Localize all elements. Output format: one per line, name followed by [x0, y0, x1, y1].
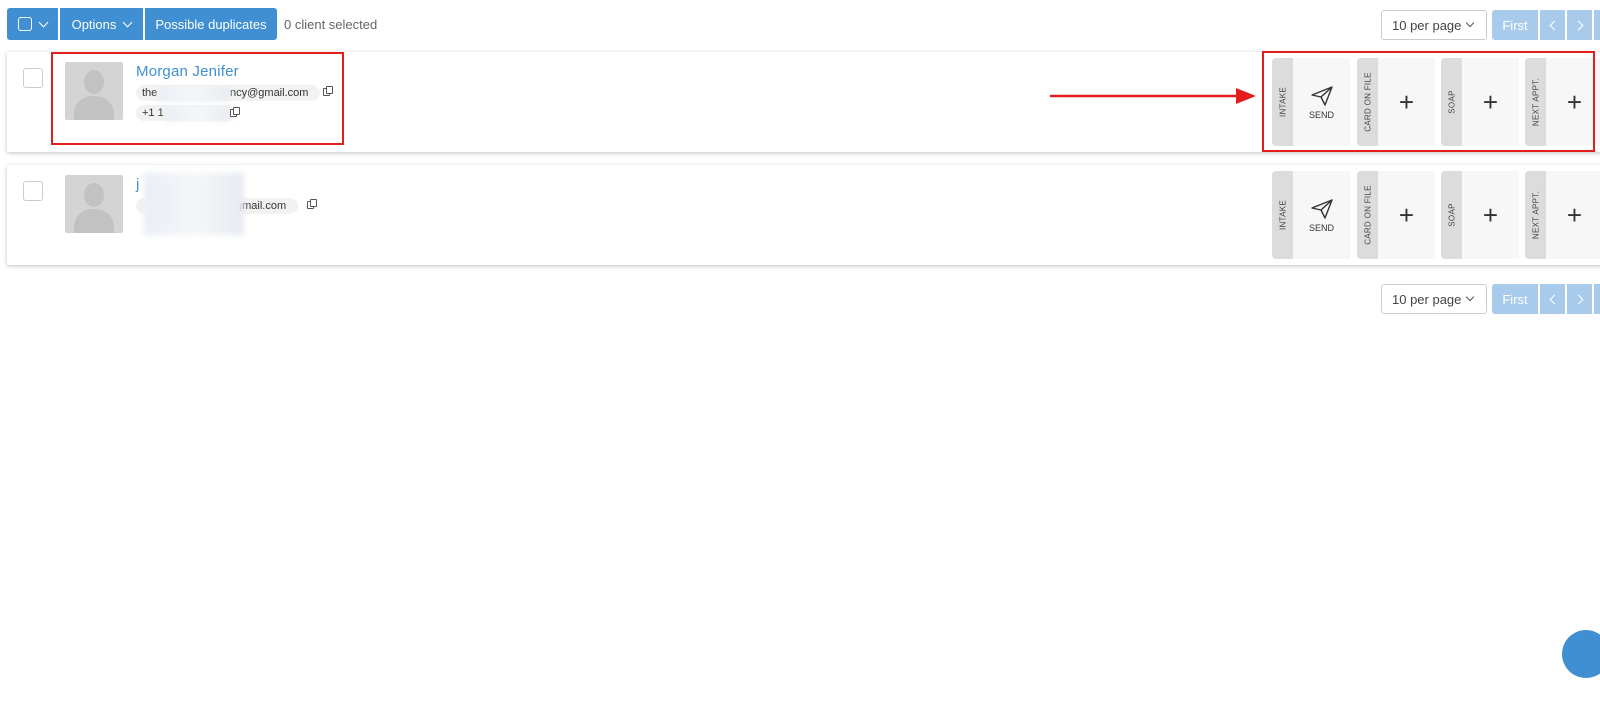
- annotation-arrow: [1050, 88, 1256, 104]
- next-page-button[interactable]: [1567, 284, 1592, 314]
- annotation-box-actions: [1262, 51, 1595, 152]
- chevron-down-icon: [122, 17, 133, 27]
- select-all-dropdown[interactable]: [7, 8, 58, 40]
- help-chat-button[interactable]: [1562, 630, 1600, 678]
- plus-icon: +: [1566, 200, 1583, 230]
- copy-icon[interactable]: [307, 199, 318, 210]
- next-appt-group: NEXT APPT. +: [1525, 171, 1600, 259]
- first-page-label: First: [1502, 291, 1528, 307]
- chevron-left-icon: [1549, 20, 1559, 30]
- first-page-label: First: [1502, 17, 1528, 33]
- card-on-file-tag: CARD ON FILE: [1357, 171, 1378, 259]
- chevron-left-icon: [1549, 294, 1559, 304]
- intake-tag: INTAKE: [1272, 171, 1293, 259]
- selected-count: 0 client selected: [284, 17, 378, 32]
- annotation-box-client: [51, 52, 344, 145]
- add-next-appt-button[interactable]: +: [1546, 171, 1600, 259]
- options-button[interactable]: Options: [60, 8, 143, 40]
- first-page-button[interactable]: First: [1492, 10, 1538, 40]
- next-appt-tag: NEXT APPT.: [1525, 171, 1546, 259]
- paper-plane-icon: [1310, 198, 1333, 219]
- redacted-client-info: [144, 173, 244, 235]
- avatar-placeholder-icon: [65, 175, 123, 233]
- soap-tag: SOAP: [1441, 171, 1462, 259]
- send-label: SEND: [1308, 222, 1334, 233]
- possible-duplicates-label: Possible duplicates: [155, 16, 267, 32]
- per-page-select[interactable]: 10 per page: [1381, 10, 1487, 40]
- chevron-down-icon: [1466, 292, 1475, 302]
- possible-duplicates-button[interactable]: Possible duplicates: [145, 8, 277, 40]
- per-page-value: 10 per page: [1392, 17, 1462, 33]
- chevron-right-icon: [1573, 294, 1583, 304]
- client-card: j gmail.com INTAKE SEND CARD ON FILE + S…: [7, 165, 1600, 265]
- last-page-button[interactable]: [1594, 284, 1600, 314]
- card-on-file-group: CARD ON FILE +: [1357, 171, 1435, 259]
- row-checkbox[interactable]: [23, 181, 43, 201]
- plus-icon: +: [1398, 200, 1415, 230]
- chevron-right-icon: [1573, 20, 1583, 30]
- plus-icon: +: [1482, 200, 1499, 230]
- intake-group: INTAKE SEND: [1272, 171, 1350, 259]
- prev-page-button[interactable]: [1540, 10, 1565, 40]
- first-page-button[interactable]: First: [1492, 284, 1538, 314]
- soap-group: SOAP +: [1441, 171, 1519, 259]
- add-card-button[interactable]: +: [1378, 171, 1435, 259]
- client-name[interactable]: j: [136, 176, 140, 193]
- last-page-button[interactable]: [1594, 10, 1600, 40]
- checkbox-icon: [18, 17, 32, 31]
- chevron-down-icon: [1466, 18, 1475, 28]
- chevron-down-icon: [38, 17, 49, 27]
- per-page-value: 10 per page: [1392, 291, 1462, 307]
- send-intake-button[interactable]: SEND: [1293, 171, 1350, 259]
- prev-page-button[interactable]: [1540, 284, 1565, 314]
- next-page-button[interactable]: [1567, 10, 1592, 40]
- per-page-select[interactable]: 10 per page: [1381, 284, 1487, 314]
- row-checkbox[interactable]: [23, 68, 43, 88]
- add-soap-button[interactable]: +: [1462, 171, 1519, 259]
- options-label: Options: [71, 16, 117, 32]
